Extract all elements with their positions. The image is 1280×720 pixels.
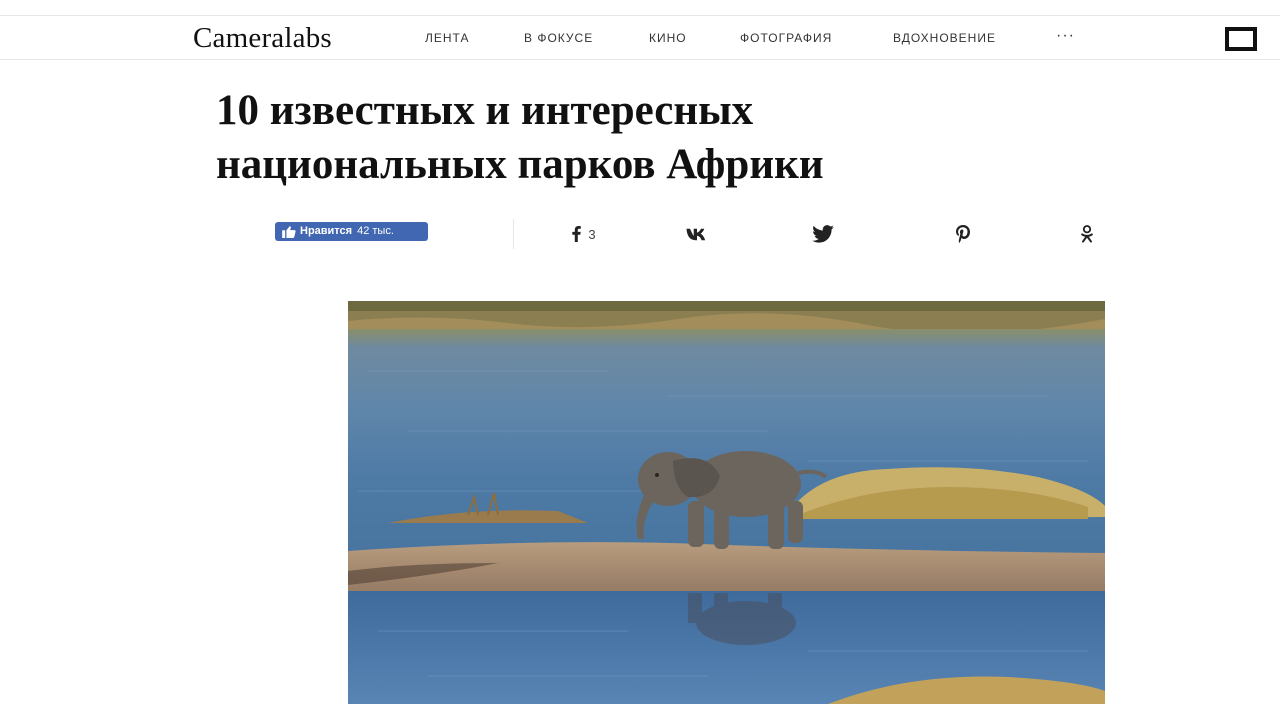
nav-item-vdokhnovenie[interactable]: Вдохновение [893, 26, 996, 50]
article-title: 10 известных и интересных национальных п… [216, 84, 1216, 192]
twitter-share-button[interactable] [783, 220, 863, 248]
vk-icon [686, 228, 706, 240]
odnoklassniki-icon [1081, 225, 1093, 243]
article-title-line-1: 10 известных и интересных [216, 87, 754, 134]
square-icon[interactable] [1225, 27, 1257, 51]
article-title-line-2: национальных парков Африки [216, 141, 824, 188]
facebook-share-button[interactable]: 3 [560, 220, 608, 248]
pinterest-share-button[interactable] [923, 220, 1003, 248]
facebook-icon [572, 226, 582, 242]
nav-item-fotografiya[interactable]: Фотография [740, 26, 832, 50]
twitter-icon [812, 225, 834, 243]
facebook-like-button[interactable]: Нравится 42 тыс. [275, 222, 428, 241]
site-logo[interactable]: Cameralabs [193, 20, 332, 56]
nav-more-button[interactable]: ··· [1056, 26, 1075, 50]
odnoklassniki-share-button[interactable] [1047, 220, 1127, 248]
like-count: 42 тыс. [357, 225, 394, 237]
share-divider [513, 219, 514, 249]
vk-share-button[interactable] [657, 220, 737, 248]
nav-item-v-fokuse[interactable]: В фокусе [524, 26, 593, 50]
elephant-calf-photo [348, 301, 1105, 704]
nav-item-kino[interactable]: Кино [649, 26, 687, 50]
hero-image [348, 301, 1105, 704]
pinterest-icon [956, 225, 970, 243]
like-label: Нравится [300, 225, 353, 237]
facebook-share-count: 3 [588, 226, 596, 242]
thumbs-up-icon [282, 225, 296, 238]
nav-item-lenta[interactable]: Лента [425, 26, 469, 50]
site-header [0, 15, 1280, 60]
